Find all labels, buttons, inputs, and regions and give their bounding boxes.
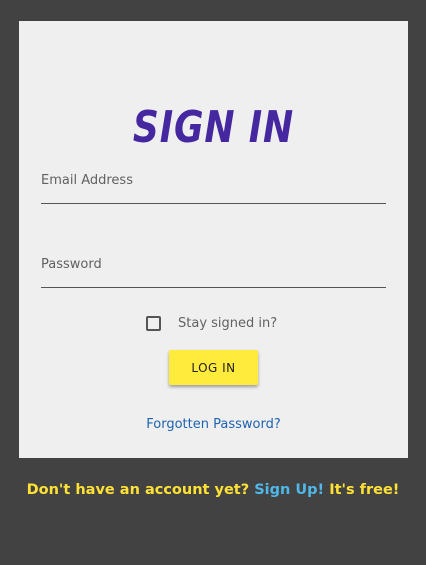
stay-signed-in-checkbox[interactable] [146, 315, 161, 331]
signup-link[interactable]: Sign Up! [254, 482, 324, 498]
email-field[interactable]: Email Address [41, 171, 390, 205]
signup-suffix-text: It's free! [329, 482, 400, 498]
signup-prompt: Don't have an account yet? Sign Up! It's… [0, 482, 426, 498]
signup-prompt-text: Don't have an account yet? [26, 482, 250, 498]
password-input[interactable] [41, 255, 390, 289]
login-button[interactable]: LOG IN [169, 350, 258, 385]
page-title: SIGN IN [132, 102, 295, 153]
sign-in-card: SIGN IN Email Address Password Stay sign… [19, 21, 408, 458]
stay-signed-in-label[interactable]: Stay signed in? [178, 316, 277, 331]
email-input[interactable] [41, 171, 390, 205]
password-field[interactable]: Password [41, 255, 390, 289]
stay-signed-in-row[interactable]: Stay signed in? [146, 313, 277, 333]
forgot-password-link[interactable]: Forgotten Password? [19, 417, 408, 432]
